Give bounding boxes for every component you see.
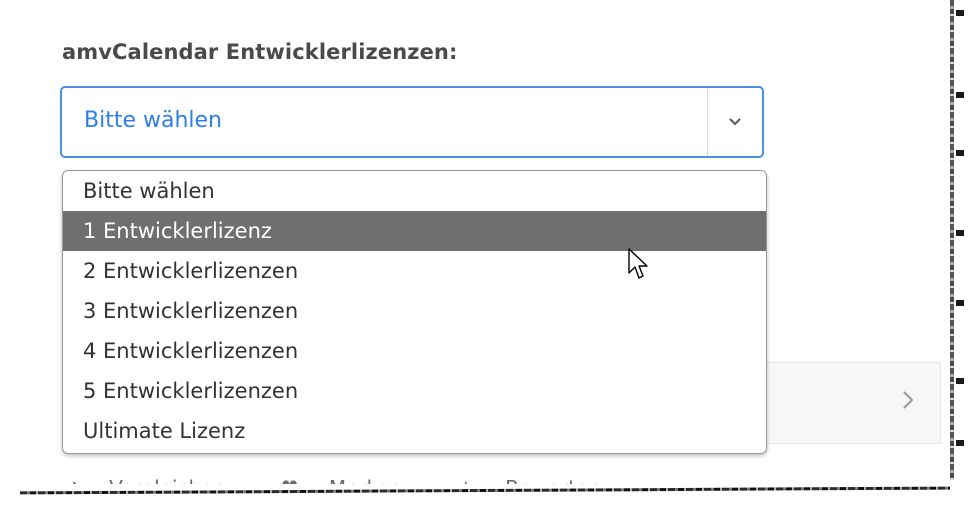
- torn-right-edge: [950, 0, 968, 509]
- chevron-down-icon: [729, 118, 741, 126]
- license-dropdown-list: Bitte wählen 1 Entwicklerlizenz 2 Entwic…: [62, 170, 767, 454]
- license-select[interactable]: Bitte wählen: [60, 86, 764, 158]
- option-1-entwicklerlizenz[interactable]: 1 Entwicklerlizenz: [63, 211, 766, 251]
- option-bitte-waehlen[interactable]: Bitte wählen: [63, 171, 766, 211]
- option-4-entwicklerlizenzen[interactable]: 4 Entwicklerlizenzen: [63, 331, 766, 371]
- option-3-entwicklerlizenzen[interactable]: 3 Entwicklerlizenzen: [63, 291, 766, 331]
- background-panel: [765, 362, 941, 444]
- field-label: amvCalendar Entwicklerlizenzen:: [62, 40, 458, 64]
- mouse-cursor-icon: [628, 248, 648, 279]
- chevron-right-icon[interactable]: [902, 388, 914, 412]
- option-2-entwicklerlizenzen[interactable]: 2 Entwicklerlizenzen: [63, 251, 766, 291]
- page: amvCalendar Entwicklerlizenzen: Bitte wä…: [0, 0, 952, 500]
- select-toggle[interactable]: [708, 88, 762, 156]
- option-ultimate-lizenz[interactable]: Ultimate Lizenz: [63, 411, 766, 451]
- select-value: Bitte wählen: [84, 108, 222, 133]
- torn-bottom-edge: [0, 484, 968, 509]
- option-5-entwicklerlizenzen[interactable]: 5 Entwicklerlizenzen: [63, 371, 766, 411]
